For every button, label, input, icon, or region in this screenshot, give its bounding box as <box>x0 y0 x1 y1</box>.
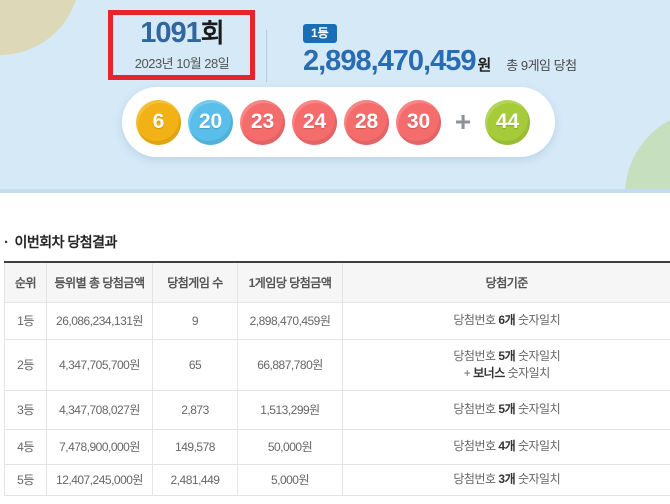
table-row: 4등 7,478,900,000원 149,578 50,000원 당첨번호 4… <box>4 429 670 465</box>
criteria-cell: 당첨번호 5개 숫자일치 + 보너스 숫자일치 <box>342 339 670 391</box>
rank-cell: 5등 <box>4 464 47 496</box>
total-amount-cell: 12,407,245,000원 <box>46 464 153 496</box>
col-header-games: 당첨게임 수 <box>152 262 238 303</box>
prize-note: 총 9게임 당첨 <box>506 58 577 73</box>
decor-circle-green <box>625 110 670 189</box>
total-amount-cell: 7,478,900,000원 <box>46 429 153 465</box>
total-amount-cell: 4,347,708,027원 <box>46 390 153 430</box>
lotto-result-page: 1091회 2023년 10월 28일 1등 2,898,470,459 원 총… <box>0 0 670 504</box>
game-count-cell: 65 <box>152 339 238 391</box>
results-section: · 이번회차 당첨결과 순위 등위별 총 당첨금액 당첨게임 수 1게임당 당첨… <box>0 193 670 496</box>
total-amount-cell: 26,086,234,131원 <box>46 302 153 340</box>
per-game-amount-cell: 66,887,780원 <box>237 339 343 391</box>
first-prize-block: 1등 2,898,470,459 원 총 9게임 당첨 <box>303 24 577 78</box>
prize-amount-row: 2,898,470,459 원 총 9게임 당첨 <box>303 45 577 78</box>
bonus-ball: 44 <box>485 99 530 145</box>
table-row: 3등 4,347,708,027원 2,873 1,513,299원 당첨번호 … <box>4 390 670 430</box>
game-count-cell: 149,578 <box>152 429 238 465</box>
draw-summary-hero: 1091회 2023년 10월 28일 1등 2,898,470,459 원 총… <box>0 0 670 193</box>
col-header-rank: 순위 <box>4 262 47 303</box>
lotto-ball-3: 23 <box>240 99 285 145</box>
rank-cell: 4등 <box>4 429 47 465</box>
col-header-total: 등위별 총 당첨금액 <box>46 262 153 303</box>
bullet-icon: · <box>4 233 9 251</box>
results-table: 순위 등위별 총 당첨금액 당첨게임 수 1게임당 당첨금액 당첨기준 1등 2… <box>4 261 670 496</box>
game-count-cell: 9 <box>152 302 238 340</box>
criteria-cell: 당첨번호 3개 숫자일치 <box>342 464 670 496</box>
plus-icon: + <box>454 106 472 137</box>
col-header-per-game: 1게임당 당첨금액 <box>237 262 343 303</box>
prize-amount: 2,898,470,459 <box>303 45 476 77</box>
prize-currency: 원 <box>477 57 491 74</box>
lotto-ball-2: 20 <box>188 99 233 145</box>
criteria-cell: 당첨번호 5개 숫자일치 <box>342 390 670 430</box>
per-game-amount-cell: 2,898,470,459원 <box>237 302 343 340</box>
lotto-ball-5: 28 <box>344 99 389 145</box>
col-header-criteria: 당첨기준 <box>342 262 670 303</box>
game-count-cell: 2,873 <box>152 390 238 430</box>
table-row: 1등 26,086,234,131원 9 2,898,470,459원 당첨번호… <box>4 302 670 340</box>
rank-cell: 2등 <box>4 339 47 391</box>
per-game-amount-cell: 5,000원 <box>237 464 343 496</box>
lotto-ball-4: 24 <box>292 99 337 145</box>
rank-cell: 1등 <box>4 302 47 340</box>
per-game-amount-cell: 1,513,299원 <box>237 390 343 430</box>
winning-numbers-pill: 6 20 23 24 28 30 + 44 <box>122 87 555 157</box>
criteria-cell: 당첨번호 4개 숫자일치 <box>342 429 670 465</box>
lotto-ball-1: 6 <box>136 99 181 145</box>
vertical-divider <box>266 30 267 82</box>
table-row: 5등 12,407,245,000원 2,481,449 5,000원 당첨번호… <box>4 464 670 496</box>
per-game-amount-cell: 50,000원 <box>237 429 343 465</box>
rank-badge: 1등 <box>303 24 337 43</box>
total-amount-cell: 4,347,705,700원 <box>46 339 153 391</box>
annotation-red-box <box>108 10 255 80</box>
decor-circle-beige <box>0 0 80 55</box>
section-title-text: 이번회차 당첨결과 <box>14 234 118 250</box>
game-count-cell: 2,481,449 <box>152 464 238 496</box>
rank-cell: 3등 <box>4 390 47 430</box>
table-header-row: 순위 등위별 총 당첨금액 당첨게임 수 1게임당 당첨금액 당첨기준 <box>4 262 670 303</box>
lotto-ball-6: 30 <box>396 99 441 145</box>
section-title: · 이번회차 당첨결과 <box>4 232 670 252</box>
table-row: 2등 4,347,705,700원 65 66,887,780원 당첨번호 5개… <box>4 339 670 391</box>
criteria-cell: 당첨번호 6개 숫자일치 <box>342 302 670 340</box>
